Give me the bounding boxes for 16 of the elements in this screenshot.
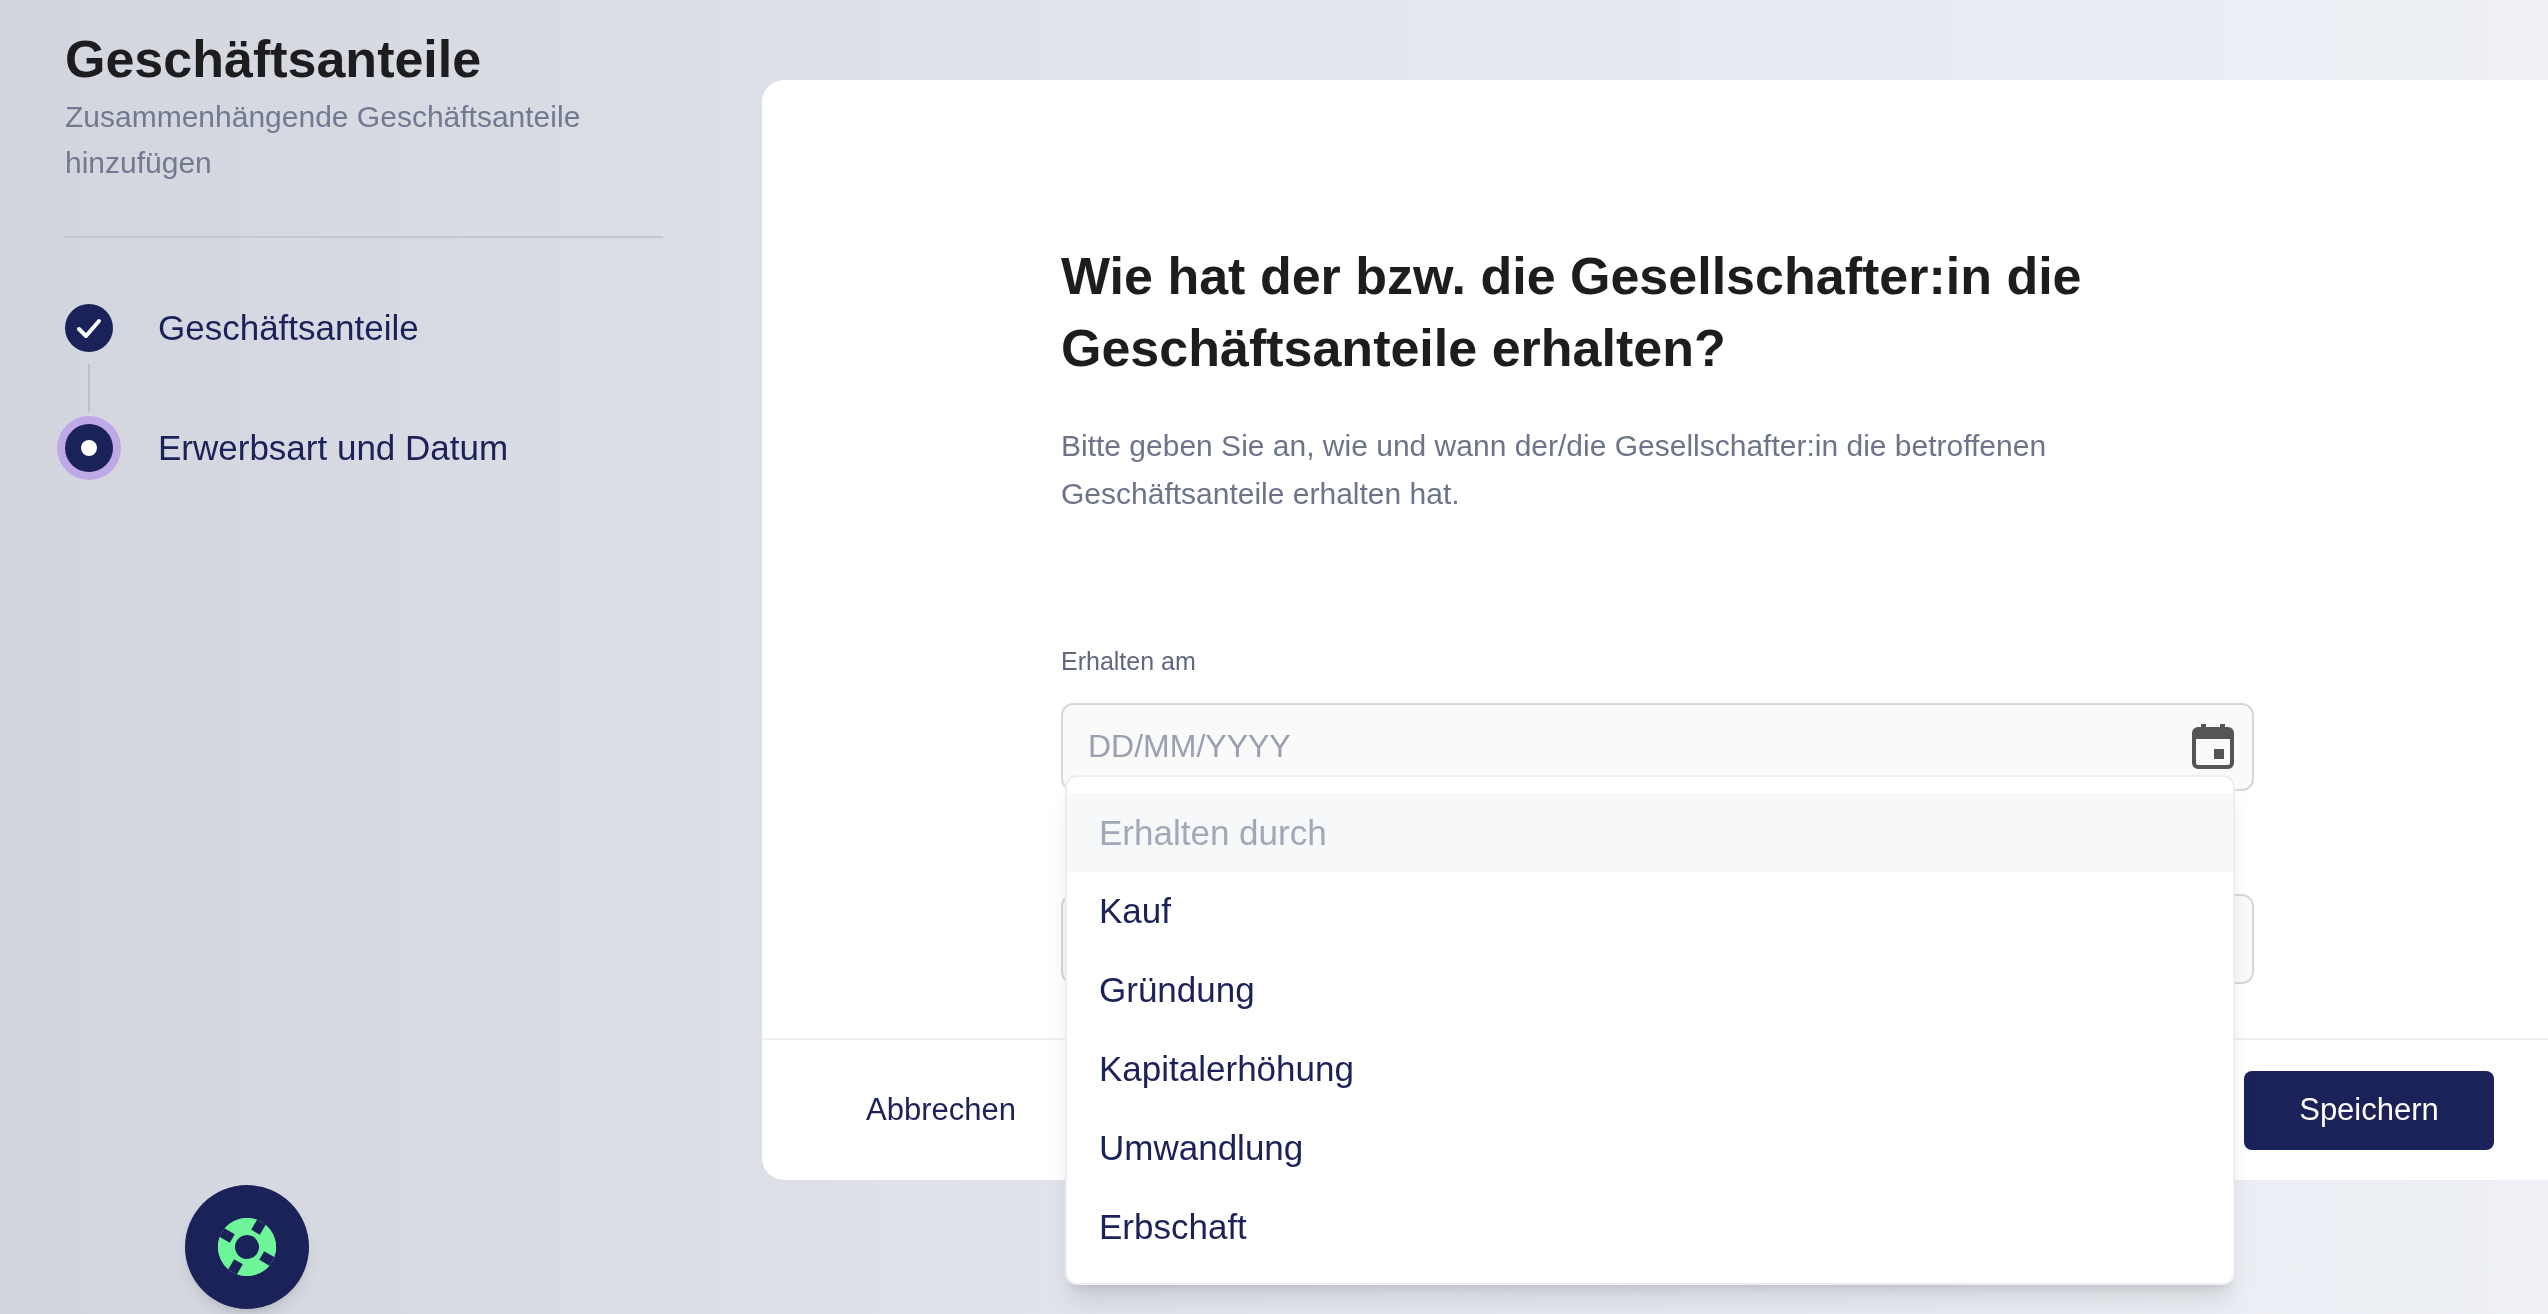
- calendar-icon[interactable]: [2192, 722, 2234, 769]
- dropdown-option[interactable]: Erbschaft: [1067, 1188, 2233, 1267]
- cancel-button[interactable]: Abbrechen: [856, 1076, 1026, 1144]
- form-heading: Wie hat der bzw. die Gesellschafter:in die Geschäftsanteile erhalten?: [1061, 246, 2083, 379]
- form-description: Bitte geben Sie an, wie und wann der/die Gesellschafter:in die betroffenen Geschäftsanteile erhalten hat.: [1061, 428, 2048, 512]
- field-label: Erhalten am: [1061, 646, 1197, 677]
- dropdown-option[interactable]: Gründung: [1067, 951, 2233, 1030]
- sidebar-subtitle: Zusammenhängende Geschäftsanteile hinzufügen: [65, 98, 582, 181]
- save-button[interactable]: Speichern: [2244, 1070, 2494, 1150]
- select-input[interactable]: Erhalten durch: [1067, 793, 2233, 872]
- step-label[interactable]: Geschäftsanteile: [158, 301, 419, 355]
- sidebar-title: Geschäftsanteile: [65, 30, 483, 90]
- dropdown-option[interactable]: Kapitalerhöhung: [1067, 1030, 2233, 1109]
- step-label[interactable]: Erwerbsart und Datum: [158, 421, 509, 475]
- dropdown-option[interactable]: Umwandlung: [1067, 1109, 2233, 1188]
- dropdown-option[interactable]: Kauf: [1067, 872, 2233, 951]
